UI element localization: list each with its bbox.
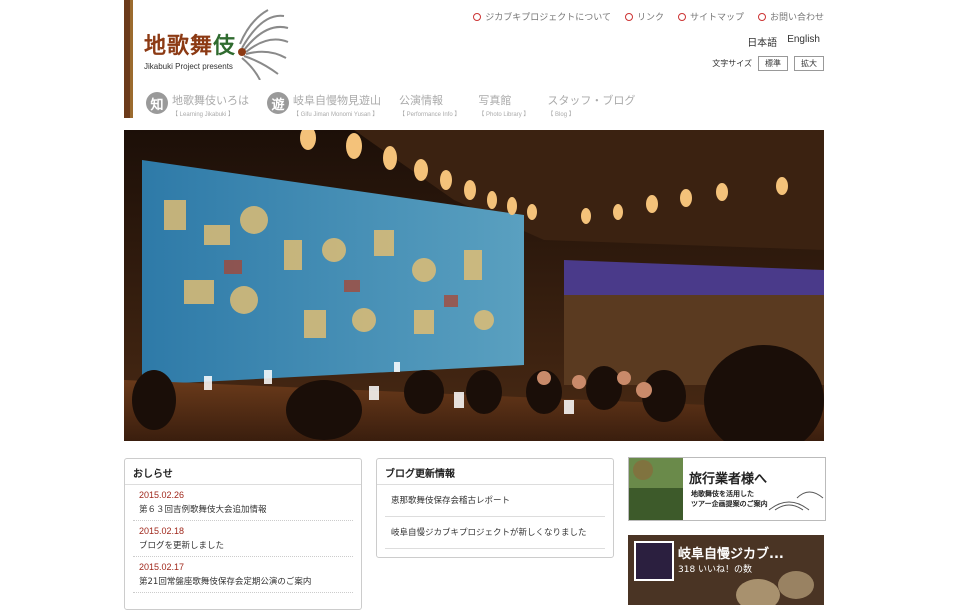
- news-date: 2015.02.26: [139, 490, 185, 500]
- travel-agency-banner[interactable]: 旅行業者様へ 地歌舞伎を活用した ツアー企画提案のご案内: [628, 457, 826, 521]
- global-nav: 知 地歌舞伎いろは【 Learning Jikabuki 】 遊 岐阜自慢物見遊…: [146, 92, 635, 118]
- logo-title: 地歌舞伎: [144, 33, 237, 59]
- banner-title: 旅行業者様へ: [689, 472, 768, 487]
- news-title: ブログを更新しました: [139, 541, 225, 551]
- nav-performance[interactable]: 公演情報【 Performance Info 】: [399, 92, 460, 118]
- circle-bullet-icon: [757, 12, 766, 21]
- circle-bullet-icon: [624, 12, 633, 21]
- nav-label: 公演情報: [399, 94, 443, 107]
- blog-item[interactable]: 岐阜自慢ジカブキプロジェクトが新しくなりました: [385, 517, 605, 549]
- nav-photo-library[interactable]: 写真館【 Photo Library 】: [478, 92, 529, 118]
- facebook-like-count: 318 いいね！の数: [678, 565, 753, 575]
- link-links[interactable]: リンク: [624, 10, 664, 23]
- news-title: 第21回常盤座歌舞伎保存会定期公演のご案内: [139, 577, 312, 587]
- link-contact[interactable]: お問い合わせ: [757, 10, 824, 23]
- nav-sublabel: 【 Gifu Jiman Monomi Yusan 】: [293, 112, 379, 118]
- language-switch: 日本語 English: [747, 34, 820, 49]
- font-size-normal-button[interactable]: 標準: [758, 56, 788, 71]
- font-size-large-button[interactable]: 拡大: [794, 56, 824, 71]
- utility-nav: ジカブキプロジェクトについて リンク サイトマップ お問い合わせ: [473, 10, 824, 23]
- link-about[interactable]: ジカブキプロジェクトについて: [473, 10, 611, 23]
- font-size-label: 文字サイズ: [712, 59, 752, 68]
- nav-badge-icon: 知: [146, 92, 168, 114]
- nav-sublabel: 【 Blog 】: [547, 112, 575, 118]
- nav-learning[interactable]: 知 地歌舞伎いろは【 Learning Jikabuki 】: [146, 92, 249, 118]
- link-sitemap[interactable]: サイトマップ: [677, 10, 744, 23]
- blog-heading: ブログ更新情報: [377, 459, 613, 485]
- news-date: 2015.02.18: [139, 526, 185, 536]
- nav-sublabel: 【 Performance Info 】: [399, 112, 461, 118]
- theatre-scene-image: [124, 130, 824, 441]
- news-item[interactable]: 2015.02.17 第21回常盤座歌舞伎保存会定期公演のご案内: [133, 557, 353, 593]
- facebook-page-name: 岐阜自慢ジカブ...: [678, 547, 784, 562]
- fan-emblem-icon: [238, 9, 289, 80]
- nav-blog[interactable]: スタッフ・ブログ【 Blog 】: [547, 92, 635, 118]
- hero-photo: [124, 130, 824, 441]
- brand-stripe-accent: [130, 0, 133, 118]
- nav-label: 岐阜自慢物見遊山: [293, 94, 381, 107]
- news-date: 2015.02.17: [139, 562, 185, 572]
- site-logo[interactable]: 地歌舞伎 Jikabuki Project presents: [144, 28, 236, 71]
- blog-item[interactable]: 恵那歌舞伎保存会稽古レポート: [385, 485, 605, 517]
- nav-sublabel: 【 Photo Library 】: [478, 112, 530, 118]
- nav-label: スタッフ・ブログ: [547, 94, 636, 107]
- logo-subtitle: Jikabuki Project presents: [144, 62, 233, 71]
- nav-monomi-yusan[interactable]: 遊 岐阜自慢物見遊山【 Gifu Jiman Monomi Yusan 】: [267, 92, 381, 118]
- banner-text: 地歌舞伎を活用した ツアー企画提案のご案内: [691, 490, 768, 508]
- facebook-page-widget[interactable]: 岐阜自慢ジカブ... 318 いいね！の数: [628, 535, 824, 605]
- nav-badge-icon: 遊: [267, 92, 289, 114]
- lang-japanese[interactable]: 日本語: [747, 34, 777, 49]
- facebook-page-avatar: [634, 541, 674, 581]
- nav-label: 写真館: [478, 94, 512, 107]
- news-item[interactable]: 2015.02.18 ブログを更新しました: [133, 521, 353, 557]
- font-size-control: 文字サイズ 標準 拡大: [712, 56, 824, 71]
- blog-panel: ブログ更新情報 恵那歌舞伎保存会稽古レポート 岐阜自慢ジカブキプロジェクトが新し…: [376, 458, 614, 558]
- news-heading: おしらせ: [125, 459, 361, 485]
- nav-label: 地歌舞伎いろは: [172, 94, 249, 107]
- circle-bullet-icon: [473, 12, 482, 21]
- news-panel: おしらせ 2015.02.26 第６３回吉例歌舞伎大会追加情報 2015.02.…: [124, 458, 362, 610]
- nav-sublabel: 【 Learning Jikabuki 】: [172, 112, 235, 118]
- circle-bullet-icon: [677, 12, 686, 21]
- lang-english[interactable]: English: [787, 34, 820, 49]
- news-title: 第６３回吉例歌舞伎大会追加情報: [139, 505, 267, 515]
- news-item[interactable]: 2015.02.26 第６３回吉例歌舞伎大会追加情報: [133, 485, 353, 521]
- page: 地歌舞伎 Jikabuki Project presents ジカブキプロジェク…: [124, 0, 826, 610]
